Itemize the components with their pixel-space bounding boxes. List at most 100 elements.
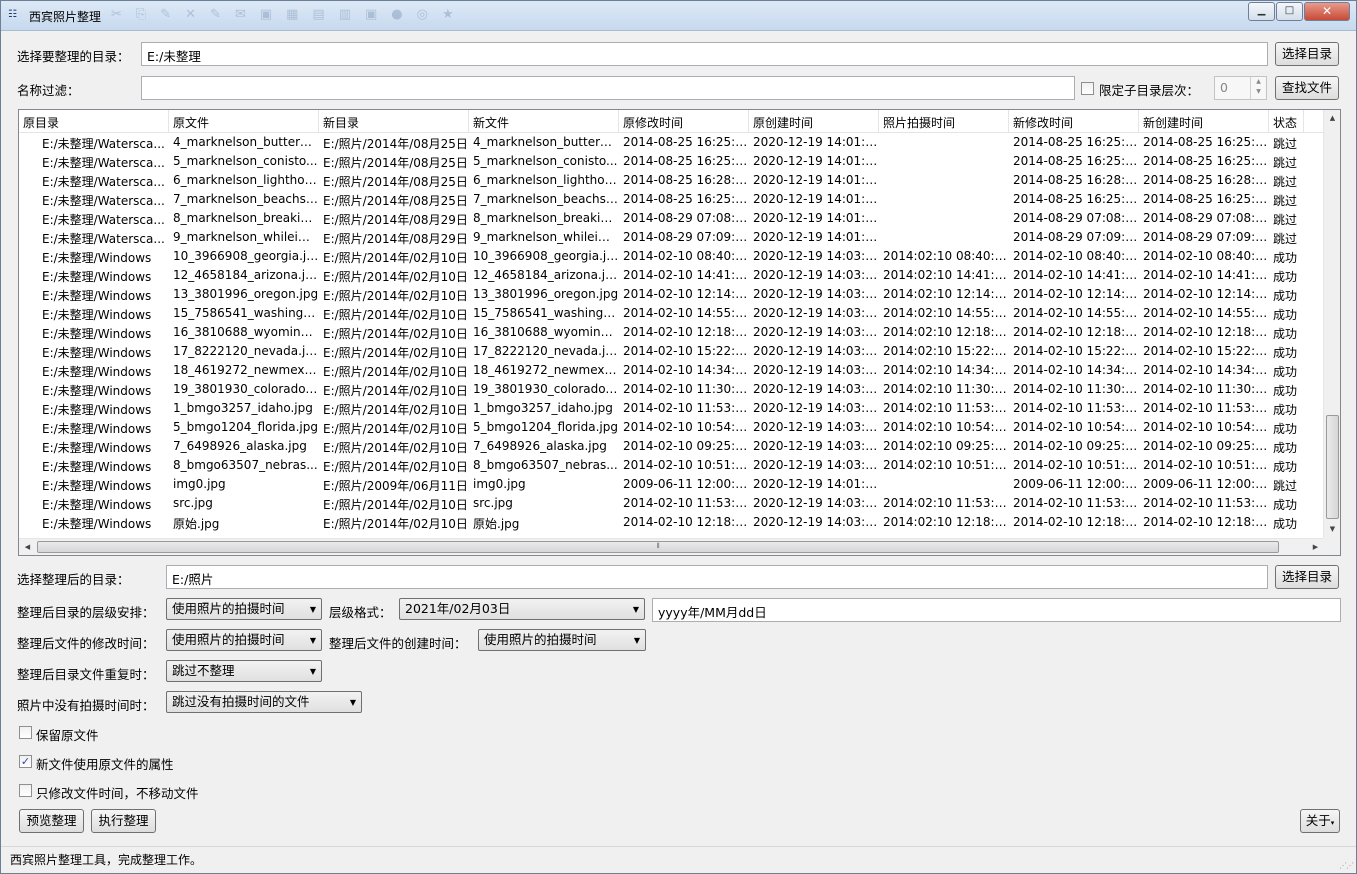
close-button[interactable]: ✕ — [1304, 2, 1350, 21]
target-dir-input[interactable]: E:/照片 — [166, 565, 1268, 589]
table-row[interactable]: E:/未整理/Windows 16_3810688_wyoming.j... E:/… — [19, 324, 1324, 343]
table-row[interactable]: E:/未整理/Windows 5_bmgo1204_florida.jpg E:/照… — [19, 419, 1324, 438]
column-header[interactable]: 原目录 — [19, 110, 169, 133]
table-cell: 2014-02-10 09:25:18 — [1143, 439, 1269, 453]
preview-button[interactable]: 预览整理 — [19, 809, 84, 833]
table-row[interactable]: E:/未整理/Windows 7_6498926_alaska.jpg E:/照片/… — [19, 438, 1324, 457]
dir-level-select[interactable]: 使用照片的拍摄时间 ▼ — [166, 598, 322, 620]
source-dir-label: 选择要整理的目录： — [17, 49, 130, 64]
table-cell: E:/照片/2014年/08月25日 — [323, 194, 468, 208]
chevron-down-icon: ▼ — [349, 698, 356, 707]
table-cell: 2014-02-10 15:22:04 — [1143, 344, 1269, 358]
column-header[interactable]: 原文件 — [169, 110, 319, 133]
table-row[interactable]: E:/未整理/Watersca... 6_marknelson_lighthou.… — [19, 172, 1324, 191]
spinner-arrows-icon[interactable]: ▲ ▼ — [1250, 77, 1266, 99]
table-cell: 2014-08-25 16:25:26 — [1013, 154, 1139, 168]
use-attrs-checkbox[interactable]: ✓ — [19, 755, 32, 768]
table-row[interactable]: E:/未整理/Watersca... 8_marknelson_breakin..… — [19, 210, 1324, 229]
find-files-button[interactable]: 查找文件 — [1275, 76, 1339, 100]
table-cell: E:/未整理/Windows — [42, 346, 152, 360]
table-row[interactable]: E:/未整理/Windows 1_bmgo3257_idaho.jpg E:/照片/… — [19, 400, 1324, 419]
horizontal-scroll-thumb[interactable]: ⦀ — [37, 541, 1279, 553]
table-cell: 2014-02-10 10:51:41 — [1013, 458, 1139, 472]
table-cell: 5_bmgo1204_florida.jpg — [473, 420, 618, 434]
only-time-checkbox[interactable] — [19, 784, 32, 797]
column-header[interactable]: 状态 — [1269, 110, 1304, 133]
table-row[interactable]: E:/未整理/Windows 13_3801996_oregon.jpg E:/照片… — [19, 286, 1324, 305]
table-row[interactable]: E:/未整理/Windows 12_4658184_arizona.jpg E:/照… — [19, 267, 1324, 286]
depth-spinner[interactable]: 0 ▲ ▼ — [1214, 76, 1267, 100]
resize-grip-icon[interactable]: ⋰⋰ — [1339, 861, 1354, 870]
column-header[interactable]: 照片拍摄时间 — [879, 110, 1009, 133]
table-cell: 4_marknelson_butterm... — [473, 135, 619, 149]
target-dir-button[interactable]: 选择目录 — [1275, 565, 1339, 589]
column-header[interactable]: 新修改时间 — [1009, 110, 1139, 133]
mtime-select[interactable]: 使用照片的拍摄时间 ▼ — [166, 629, 322, 651]
table-row[interactable]: E:/未整理/Watersca... 4_marknelson_butterm..… — [19, 134, 1324, 153]
table-cell: 跳过 — [1273, 194, 1298, 208]
format-select[interactable]: 2021年/02月03日 ▼ — [399, 598, 645, 620]
keep-original-label: 保留原文件 — [36, 728, 99, 743]
vertical-scrollbar[interactable]: ▲ ▼ — [1323, 110, 1340, 538]
table-row[interactable]: E:/未整理/Windows img0.jpg E:/照片/2009年/06月11日… — [19, 476, 1324, 495]
execute-button[interactable]: 执行整理 — [91, 809, 156, 833]
table-cell: 2014-08-29 07:09:04 — [1143, 230, 1269, 244]
table-row[interactable]: E:/未整理/Watersca... 5_marknelson_conisto..… — [19, 153, 1324, 172]
about-button[interactable]: 关于▾ — [1300, 809, 1340, 833]
minimize-button[interactable]: ▁ — [1248, 2, 1275, 21]
scroll-right-icon[interactable]: ▶ — [1307, 539, 1324, 555]
format-pattern-input[interactable]: yyyy年/MM月dd日 — [652, 598, 1341, 622]
table-row[interactable]: E:/未整理/Watersca... 7_marknelson_beachsu..… — [19, 191, 1324, 210]
scroll-down-icon[interactable]: ▼ — [1324, 521, 1340, 538]
table-cell: E:/未整理/Windows — [42, 365, 152, 379]
table-cell: E:/未整理/Windows — [42, 384, 152, 398]
table-row[interactable]: E:/未整理/Watersca... 9_marknelson_whileiwa.… — [19, 229, 1324, 248]
column-header[interactable]: 原修改时间 — [619, 110, 749, 133]
table-cell: 2020-12-19 14:01:55 — [753, 230, 879, 244]
table-cell: E:/未整理/Windows — [42, 270, 152, 284]
scroll-up-icon[interactable]: ▲ — [1324, 110, 1340, 127]
column-header[interactable]: 新文件 — [469, 110, 619, 133]
ctime-select[interactable]: 使用照片的拍摄时间 ▼ — [478, 629, 646, 651]
dir-level-label: 整理后目录的层级安排： — [17, 605, 155, 620]
table-cell: 2014-02-10 09:25:18 — [1013, 439, 1139, 453]
results-table[interactable]: 原目录 原文件 新目录 新文件 原修改时间 原创建时间 照片拍摄时间 新修改时间 新创建时间 状态… — [18, 109, 1341, 556]
scroll-left-icon[interactable]: ◀ — [19, 539, 36, 555]
table-cell: 2014-08-29 07:09:04 — [623, 230, 749, 244]
column-header[interactable]: 原创建时间 — [749, 110, 879, 133]
table-row[interactable]: E:/未整理/Windows 15_7586541_washingto... E:/… — [19, 305, 1324, 324]
table-row[interactable]: E:/未整理/Windows 18_4619272_newmexic... E:/照… — [19, 362, 1324, 381]
table-row[interactable]: E:/未整理/Windows 原始.jpg E:/照片/2014年/02月10日 原始… — [19, 514, 1324, 533]
table-row[interactable]: E:/未整理/Windows 10_3966908_georgia.jpg E:/照… — [19, 248, 1324, 267]
table-cell: 2014-02-10 11:53:39 — [1013, 401, 1139, 415]
format-label: 层级格式： — [329, 605, 392, 620]
table-cell: 1_bmgo3257_idaho.jpg — [473, 401, 613, 415]
title-bar[interactable]: ☷ 西宾照片整理 ✂⎘✎✕✎✉▣▦▤▥▣●◎★ ▁ □ ✕ — [1, 1, 1356, 31]
notime-select[interactable]: 跳过没有拍摄时间的文件 ▼ — [166, 691, 362, 713]
column-header[interactable]: 新目录 — [319, 110, 469, 133]
table-cell: 2020-12-19 14:01:55 — [753, 211, 879, 225]
table-cell: 2014-02-10 15:22:04 — [1013, 344, 1139, 358]
maximize-button[interactable]: □ — [1276, 2, 1303, 21]
table-cell — [879, 134, 1009, 153]
table-row[interactable]: E:/未整理/Windows 8_bmgo63507_nebras... E:/照片… — [19, 457, 1324, 476]
notime-value: 跳过没有拍摄时间的文件 — [172, 694, 310, 709]
horizontal-scrollbar[interactable]: ◀ ⦀ ▶ — [19, 538, 1324, 555]
keep-original-checkbox[interactable] — [19, 726, 32, 739]
table-cell: 19_3801930_colorado.j... — [473, 382, 619, 396]
table-row[interactable]: E:/未整理/Windows src.jpg E:/照片/2014年/02月10日 s… — [19, 495, 1324, 514]
column-header[interactable]: 新创建时间 — [1139, 110, 1269, 133]
name-filter-input[interactable] — [141, 76, 1075, 100]
table-cell: E:/照片/2014年/02月10日 — [323, 251, 468, 265]
table-cell: 2009-06-11 12:00:41 — [623, 477, 749, 491]
dup-label: 整理后目录文件重复时： — [17, 667, 155, 682]
table-row[interactable]: E:/未整理/Windows 19_3801930_colorado.j... E:… — [19, 381, 1324, 400]
dup-select[interactable]: 跳过不整理 ▼ — [166, 660, 322, 682]
vertical-scroll-thumb[interactable] — [1326, 415, 1339, 519]
table-cell: 16_3810688_wyoming.j... — [473, 325, 619, 339]
table-row[interactable]: E:/未整理/Windows 17_8222120_nevada.jpg E:/照片… — [19, 343, 1324, 362]
limit-depth-checkbox[interactable] — [1081, 82, 1094, 95]
source-dir-button[interactable]: 选择目录 — [1275, 42, 1339, 66]
source-dir-input[interactable]: E:/未整理 — [141, 42, 1268, 66]
table-cell: E:/未整理/Windows — [42, 308, 152, 322]
